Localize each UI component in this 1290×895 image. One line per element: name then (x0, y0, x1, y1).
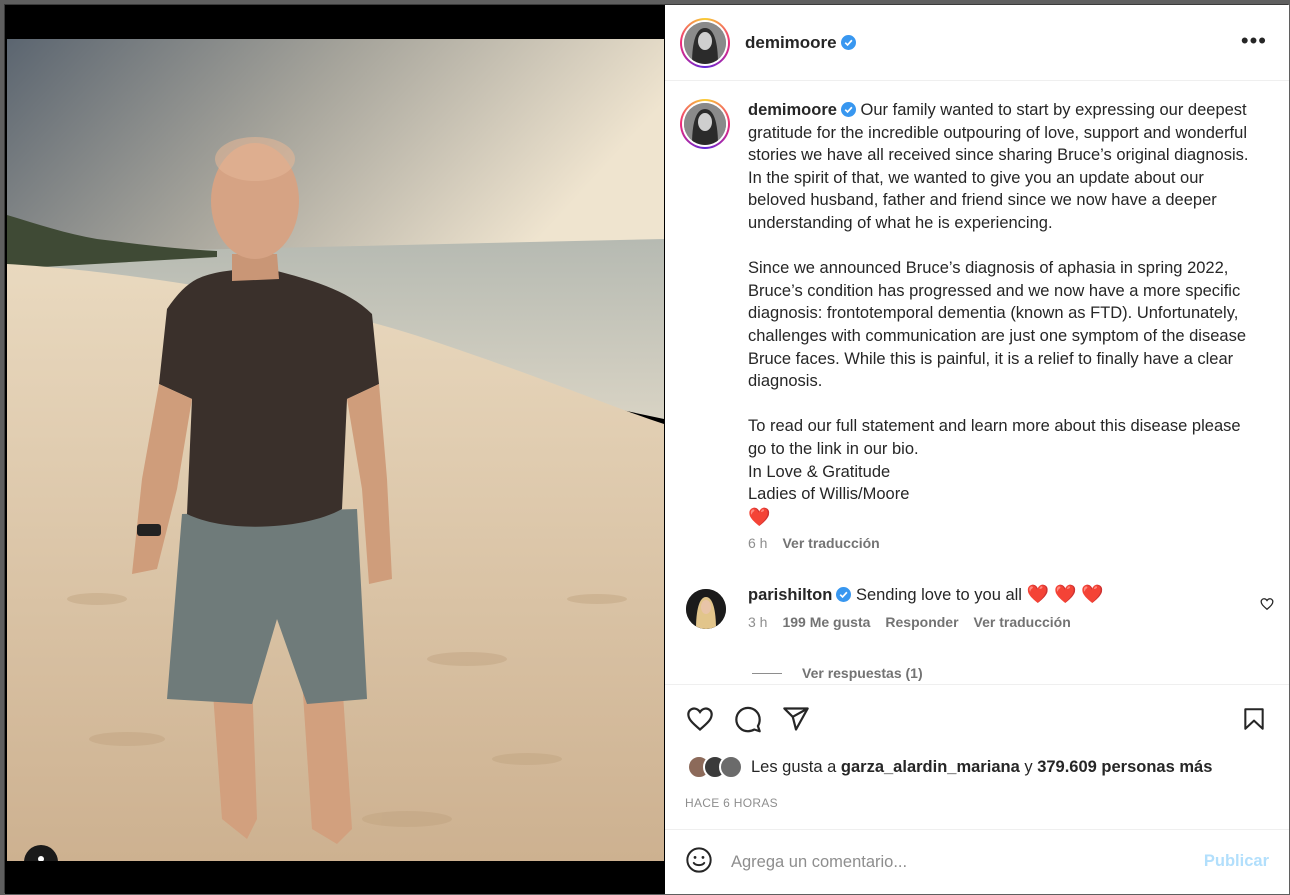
likes-user-link[interactable]: garza_alardin_mariana (841, 758, 1020, 777)
post-header: demimoore ••• (665, 5, 1289, 81)
author-username[interactable]: demimoore (745, 33, 837, 53)
comment-bubble-icon[interactable] (733, 705, 763, 738)
caption-time[interactable]: 6 h (748, 535, 767, 551)
view-replies-label: Ver respuestas (1) (802, 665, 923, 681)
like-heart-icon[interactable] (685, 705, 715, 738)
likes-prefix: Les gusta a (751, 757, 837, 776)
post-caption: demimoore Our family wanted to start by … (680, 99, 1280, 551)
comment-likes-link[interactable]: 199 Me gusta (782, 614, 870, 630)
view-replies-button[interactable]: Ver respuestas (1) (752, 665, 923, 681)
post-details-panel: demimoore ••• demimoore Our family wante… (665, 5, 1289, 894)
post-timestamp[interactable]: HACE 6 HORAS (685, 796, 778, 810)
caption-username[interactable]: demimoore (748, 101, 837, 119)
caption-signoff-1: In Love & Gratitude (748, 462, 891, 481)
verified-badge-icon (840, 102, 856, 117)
caption-paragraph-2: Since we announced Bruce’s diagnosis of … (748, 259, 1247, 391)
comment-translate-link[interactable]: Ver traducción (974, 614, 1071, 630)
more-options-icon[interactable]: ••• (1241, 30, 1267, 52)
likes-summary: Les gusta a garza_alardin_mariana y 379.… (687, 755, 1212, 779)
post-actions: Les gusta a garza_alardin_mariana y 379.… (665, 684, 1289, 834)
comment-input[interactable] (731, 852, 1171, 872)
comments-scroll-area[interactable]: demimoore Our family wanted to start by … (665, 81, 1289, 685)
likes-others-link[interactable]: 379.609 personas más (1037, 758, 1212, 777)
emoji-smiley-icon[interactable] (685, 846, 713, 879)
post-media (5, 5, 665, 894)
commenter-username[interactable]: parishilton (748, 586, 832, 604)
user-icon (38, 856, 44, 861)
verified-badge-icon (840, 35, 856, 50)
caption-author-avatar[interactable] (680, 99, 730, 149)
caption-signoff-2: Ladies of Willis/Moore (748, 485, 910, 504)
caption-heart-emoji: ❤️ (748, 506, 771, 527)
caption-paragraph-3: To read our full statement and learn mor… (748, 417, 1241, 458)
comment-meta: 3 h 199 Me gusta Responder Ver traducció… (748, 614, 1280, 630)
author-avatar[interactable] (680, 17, 730, 68)
liker-avatars[interactable] (687, 755, 743, 779)
post-modal: demimoore ••• demimoore Our family wante… (4, 4, 1289, 894)
save-bookmark-icon[interactable] (1241, 705, 1267, 738)
caption-translate-link[interactable]: Ver traducción (782, 535, 879, 551)
publish-button[interactable]: Publicar (1204, 852, 1269, 871)
comment-time[interactable]: 3 h (748, 614, 767, 630)
comment-item: parishilton Sending love to you all ❤️ ❤… (680, 583, 1280, 630)
commenter-avatar[interactable] (686, 589, 726, 629)
caption-text: demimoore Our family wanted to start by … (748, 99, 1263, 528)
beach-photo (7, 39, 664, 861)
likes-connector: y (1024, 757, 1033, 776)
comment-reply-button[interactable]: Responder (885, 614, 958, 630)
comment-composer: Publicar (665, 829, 1289, 894)
caption-meta: 6 h Ver traducción (748, 535, 1280, 551)
verified-badge-icon (836, 587, 852, 602)
comment-text: parishilton Sending love to you all ❤️ ❤… (748, 583, 1280, 606)
comment-like-icon[interactable] (1260, 597, 1274, 616)
post-photo[interactable] (7, 39, 664, 861)
caption-paragraph-1: Our family wanted to start by expressing… (748, 101, 1249, 232)
comment-hearts-emoji: ❤️ ❤️ ❤️ (1026, 584, 1104, 604)
share-send-icon[interactable] (781, 705, 811, 738)
comment-body: Sending love to you all (855, 586, 1022, 604)
